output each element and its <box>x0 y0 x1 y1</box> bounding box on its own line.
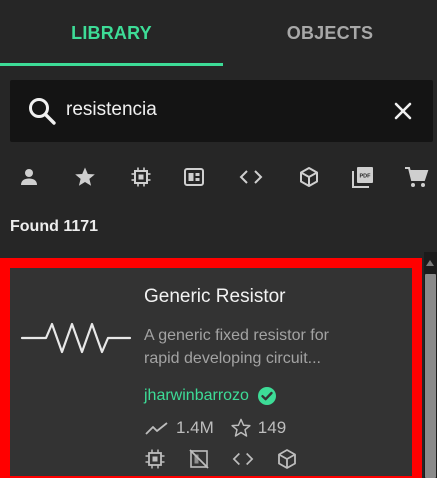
results-list: Generic Resistor A generic fixed resisto… <box>0 252 437 478</box>
search-icon <box>29 98 56 125</box>
filter-bar: PDF <box>0 150 437 206</box>
item-description-line: rapid developing circuit... <box>144 350 321 367</box>
resistor-thumbnail <box>20 322 132 354</box>
item-stats: 1.4M 149 <box>144 418 302 438</box>
list-item[interactable]: Generic Resistor A generic fixed resisto… <box>0 258 422 478</box>
trending-icon <box>145 422 168 435</box>
item-description: A generic fixed resistor for rapid devel… <box>144 324 384 370</box>
no-pcb-icon <box>189 449 209 469</box>
tab-bar: LIBRARY OBJECTS <box>0 0 437 66</box>
stars-stat: 149 <box>230 418 286 438</box>
cube-icon[interactable] <box>296 164 322 190</box>
author-name: jharwinbarrozo <box>144 387 249 404</box>
verified-icon <box>257 387 276 405</box>
chip-icon <box>145 449 165 469</box>
item-description-line: A generic fixed resistor for <box>144 327 329 344</box>
search-bar <box>10 80 433 142</box>
stars-count: 149 <box>257 418 287 437</box>
person-icon[interactable] <box>16 164 42 190</box>
views-stat: 1.4M <box>144 418 214 438</box>
star-icon[interactable] <box>72 164 98 190</box>
results-count: Found 1171 <box>10 218 99 235</box>
results-scrollbar[interactable] <box>424 252 437 478</box>
tab-objects[interactable]: OBJECTS <box>223 0 437 66</box>
scroll-up-arrow[interactable] <box>426 260 434 266</box>
close-icon[interactable] <box>390 98 416 124</box>
pdf-icon[interactable]: PDF <box>350 164 376 190</box>
item-title: Generic Resistor <box>144 286 286 307</box>
svg-text:PDF: PDF <box>360 174 372 180</box>
views-count: 1.4M <box>176 418 214 437</box>
board-icon[interactable] <box>181 164 207 190</box>
search-input[interactable] <box>66 92 376 128</box>
item-tags <box>144 448 320 470</box>
cart-icon[interactable] <box>404 164 430 190</box>
tab-library[interactable]: LIBRARY <box>0 0 223 66</box>
item-author[interactable]: jharwinbarrozo <box>144 386 277 406</box>
scroll-thumb[interactable] <box>425 274 436 478</box>
code-icon <box>232 452 254 466</box>
cube-icon <box>278 449 296 469</box>
active-tab-indicator <box>0 63 223 66</box>
star-outline-icon <box>231 418 251 437</box>
code-icon[interactable] <box>238 164 264 190</box>
chip-icon[interactable] <box>128 164 154 190</box>
